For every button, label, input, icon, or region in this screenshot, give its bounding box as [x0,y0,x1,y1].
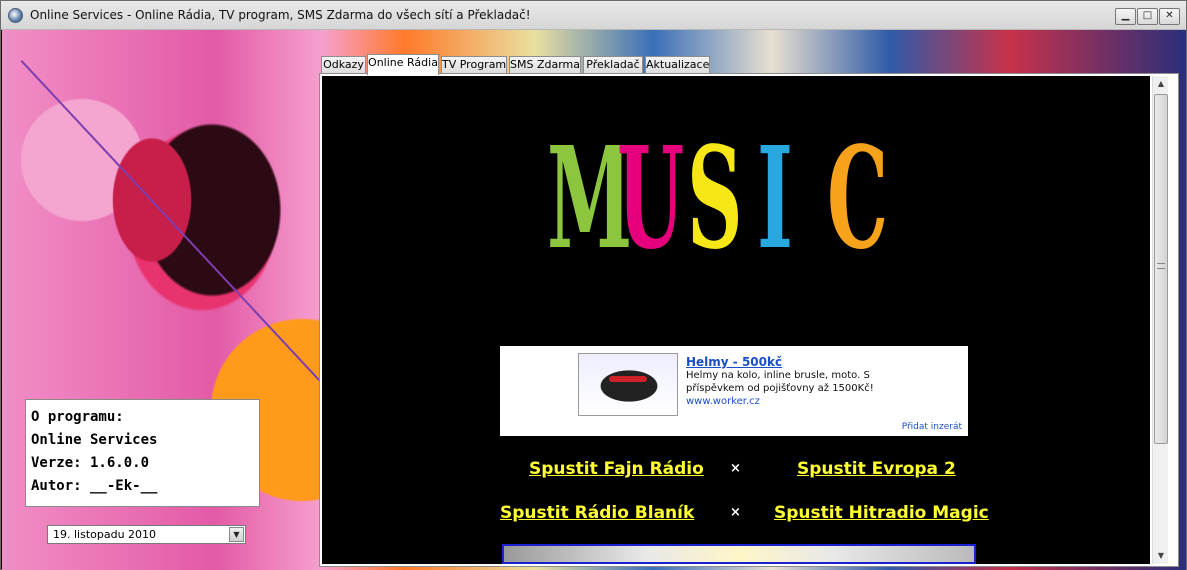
date-value: 19. listopadu 2010 [53,528,157,541]
about-author: Autor: __-Ek-__ [31,478,158,494]
app-window: Online Services - Online Rádia, TV progr… [0,0,1187,570]
app-icon[interactable] [8,8,23,23]
separator-1: × [730,461,741,476]
maximize-button[interactable]: □ [1137,8,1158,25]
background-wire [20,60,336,398]
ad-banner[interactable]: Helmy - 500kč Helmy na kolo, inline brus… [500,346,968,436]
scroll-up-button[interactable]: ▲ [1153,76,1169,92]
radio-web-content: MUS I C Helmy - 500kč Helmy na kolo, inlin… [322,76,1150,564]
ad-url-link[interactable]: www.worker.cz [686,396,760,407]
ad-add-link[interactable]: Přidat inzerát [902,422,962,432]
date-dropdown-button[interactable]: ▼ [229,527,244,542]
tab-online-radia[interactable]: Online Rádia [367,54,439,75]
helmet-image[interactable] [578,353,678,416]
scroll-thumb[interactable] [1154,94,1168,444]
date-picker[interactable]: 19. listopadu 2010 ▼ [47,525,246,544]
about-panel: O programu: Online Services Verze: 1.6.0… [25,399,260,507]
minimize-button[interactable]: ▁ [1115,8,1136,25]
tab-bar: Odkazy Online Rádia TV Program SMS Zdarm… [319,54,1179,75]
start-evropa-2-link[interactable]: Spustit Evropa 2 [797,459,956,479]
music-letter-c: C [827,117,889,281]
start-hitradio-magic-link[interactable]: Spustit Hitradio Magic [774,503,989,523]
tab-prekladac[interactable]: Překladač [583,56,643,74]
start-fajn-radio-link[interactable]: Spustit Fajn Rádio [529,459,704,479]
music-letter-u: U [617,117,685,281]
tab-tv-program[interactable]: TV Program [441,56,507,74]
ad-title-link[interactable]: Helmy - 500kč [686,355,782,369]
bottom-banner-image[interactable] [502,544,976,564]
tab-sms-zdarma[interactable]: SMS Zdarma [509,56,581,74]
vertical-scrollbar[interactable]: ▲ ▼ [1152,76,1168,564]
separator-2: × [730,505,741,520]
music-letter-m: M [547,117,633,281]
music-letter-i: I [757,117,794,281]
tab-panel-online-radia: MUS I C Helmy - 500kč Helmy na kolo, inlin… [319,73,1179,567]
music-logo: MUS I C [547,114,917,284]
start-radio-blanik-link[interactable]: Spustit Rádio Blaník [500,503,694,523]
about-heading: O programu: [31,409,124,425]
about-version: Verze: 1.6.0.0 [31,455,150,471]
window-title: Online Services - Online Rádia, TV progr… [30,8,531,22]
tab-odkazy[interactable]: Odkazy [321,56,366,74]
ad-text-line-2: příspěvkem od pojišťovny až 1500Kč! [686,383,874,394]
close-button[interactable]: ✕ [1159,8,1180,25]
scroll-down-button[interactable]: ▼ [1153,548,1169,564]
music-letter-s: S [687,117,743,281]
title-bar[interactable]: Online Services - Online Rádia, TV progr… [1,1,1186,30]
about-app-name: Online Services [31,432,158,448]
tab-aktualizace[interactable]: Aktualizace [645,56,710,74]
ad-text-line-1: Helmy na kolo, inline brusle, moto. S [686,370,870,381]
